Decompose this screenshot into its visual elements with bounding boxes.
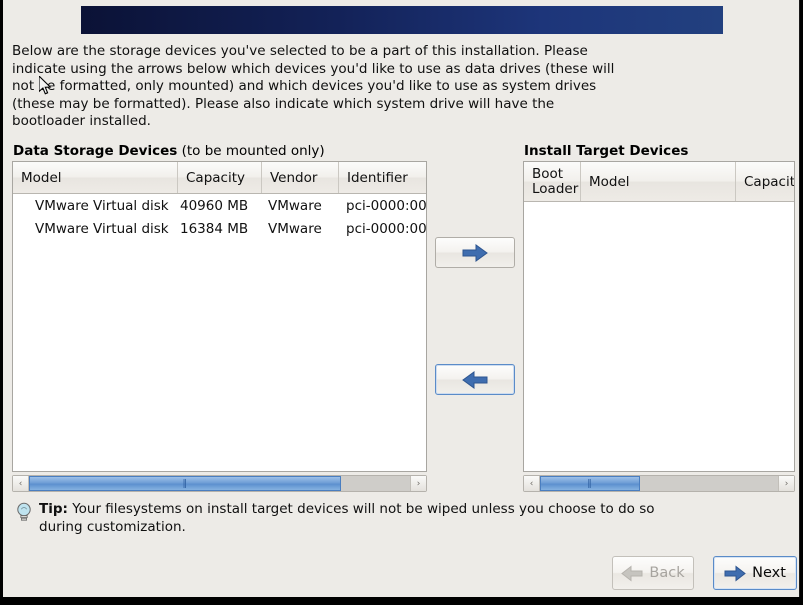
- header-banner: [81, 6, 723, 34]
- table-row[interactable]: VMware Virtual disk 40960 MB VMware pci-…: [13, 194, 426, 217]
- right-table-header-row: Boot Loader Model Capacity: [524, 162, 794, 202]
- arrow-right-icon: [462, 243, 488, 262]
- right-column-header-capacity[interactable]: Capacity: [736, 162, 794, 201]
- left-table-header-row: Model Capacity Vendor Identifier: [13, 162, 426, 194]
- cell-identifier: pci-0000:00:: [346, 197, 426, 214]
- cell-model: VMware Virtual disk: [35, 197, 169, 214]
- header-banner-area: [3, 0, 799, 40]
- install-target-devices-label: Install Target Devices: [524, 143, 688, 159]
- tip-body: Your filesystems on install target devic…: [39, 501, 655, 535]
- arrow-left-icon: [462, 370, 488, 389]
- scroll-right-arrow-icon[interactable]: ›: [778, 476, 794, 491]
- window-bottom-frame: [0, 597, 803, 605]
- add-to-target-button[interactable]: [435, 237, 515, 268]
- left-table-body: VMware Virtual disk 40960 MB VMware pci-…: [13, 194, 426, 240]
- left-horizontal-scrollbar[interactable]: ‹ ‖ ›: [12, 475, 427, 492]
- left-column-header-identifier[interactable]: Identifier: [339, 162, 426, 193]
- lightbulb-icon: [17, 502, 31, 521]
- cell-identifier: pci-0000:00:: [346, 220, 426, 237]
- tip-label: Tip:: [39, 501, 68, 517]
- left-scroll-track[interactable]: ‖: [29, 476, 410, 491]
- left-section-subtitle: (to be mounted only): [181, 143, 325, 159]
- left-column-header-vendor[interactable]: Vendor: [262, 162, 339, 193]
- right-column-header-model[interactable]: Model: [581, 162, 736, 201]
- cell-vendor: VMware: [268, 220, 322, 237]
- data-storage-devices-table[interactable]: Model Capacity Vendor Identifier VMware …: [12, 161, 427, 472]
- left-column-header-model[interactable]: Model: [13, 162, 178, 193]
- intro-paragraph: Below are the storage devices you've sel…: [12, 43, 615, 130]
- cell-capacity: 16384 MB: [180, 220, 249, 237]
- scroll-left-arrow-icon[interactable]: ‹: [13, 476, 29, 491]
- right-horizontal-scrollbar[interactable]: ‹ ‖ ›: [523, 475, 795, 492]
- tip-area: Tip: Your filesystems on install target …: [15, 500, 655, 536]
- right-scroll-thumb[interactable]: ‖: [540, 476, 640, 491]
- cell-model: VMware Virtual disk: [35, 220, 169, 237]
- tip-text: Tip: Your filesystems on install target …: [39, 500, 655, 536]
- cell-vendor: VMware: [268, 197, 322, 214]
- table-row[interactable]: VMware Virtual disk 16384 MB VMware pci-…: [13, 217, 426, 240]
- scroll-right-arrow-icon[interactable]: ›: [410, 476, 426, 491]
- remove-from-target-button[interactable]: [435, 364, 515, 395]
- cell-capacity: 40960 MB: [180, 197, 249, 214]
- installer-window: Below are the storage devices you've sel…: [3, 0, 800, 600]
- left-scroll-thumb[interactable]: ‖: [29, 476, 342, 491]
- arrow-left-icon: [621, 564, 643, 582]
- data-storage-devices-label: Data Storage Devices (to be mounted only…: [13, 143, 325, 159]
- next-button[interactable]: Next: [713, 556, 797, 590]
- left-column-header-capacity[interactable]: Capacity: [178, 162, 262, 193]
- install-target-devices-table[interactable]: Boot Loader Model Capacity: [523, 161, 795, 472]
- right-column-header-boot-loader[interactable]: Boot Loader: [524, 162, 581, 201]
- scroll-left-arrow-icon[interactable]: ‹: [524, 476, 540, 491]
- back-button[interactable]: Back: [612, 556, 694, 590]
- left-section-title: Data Storage Devices: [13, 143, 178, 159]
- back-button-label: Back: [649, 565, 685, 581]
- arrow-right-icon: [724, 564, 746, 582]
- right-section-title: Install Target Devices: [524, 143, 689, 159]
- next-button-label: Next: [752, 565, 786, 581]
- right-scroll-track[interactable]: ‖: [540, 476, 778, 491]
